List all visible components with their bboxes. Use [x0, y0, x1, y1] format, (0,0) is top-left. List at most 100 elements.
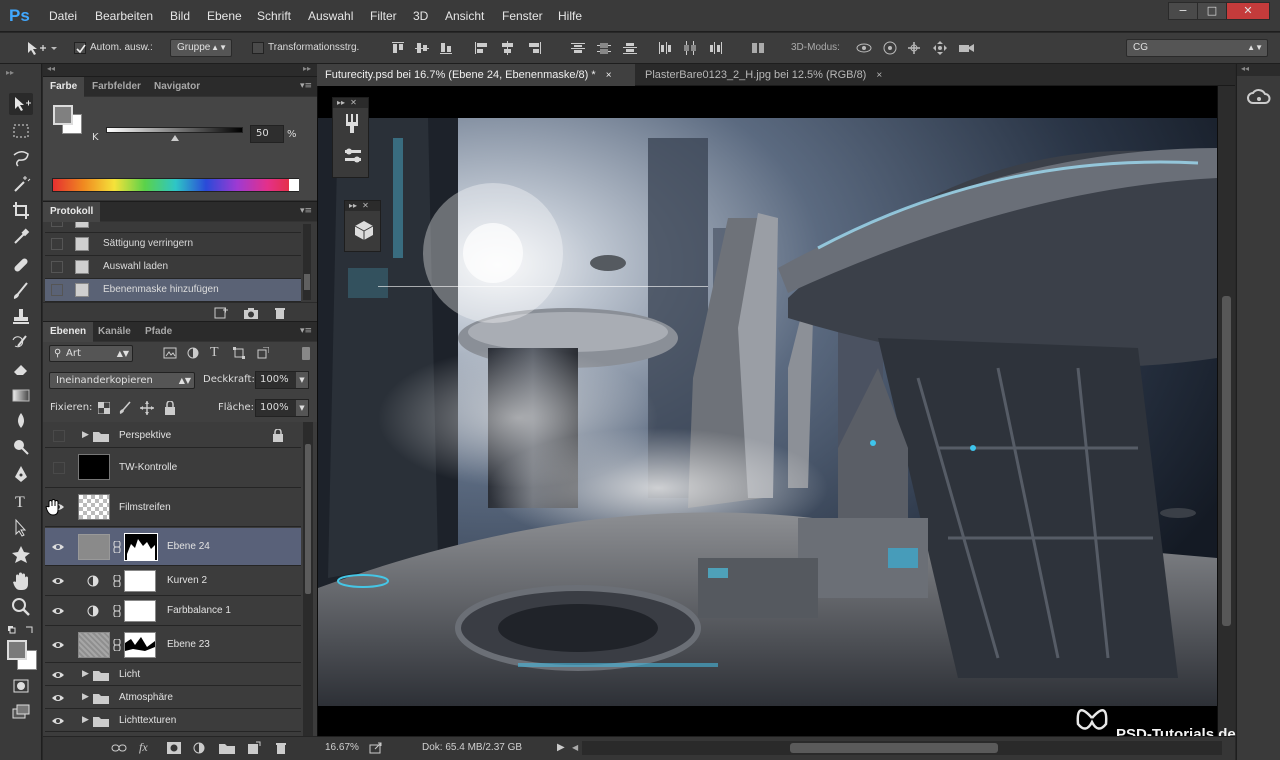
- layer-mask-thumbnail[interactable]: [124, 632, 156, 658]
- new-group-folder-icon[interactable]: [219, 742, 235, 754]
- k-value-input[interactable]: 50: [250, 125, 284, 143]
- history-snapshot-checkbox[interactable]: [51, 261, 63, 273]
- 3d-cube-icon[interactable]: [353, 219, 375, 241]
- link-chain-icon[interactable]: [113, 575, 121, 587]
- layer-row-selected[interactable]: Ebene 24: [45, 528, 301, 566]
- mini-panel-header[interactable]: ▸▸ ✕: [333, 98, 368, 108]
- creative-cloud-icon[interactable]: [1247, 89, 1271, 107]
- menu-datei[interactable]: Datei: [49, 9, 77, 23]
- link-layers-icon[interactable]: [111, 742, 127, 754]
- layer-row[interactable]: Filmstreifen: [45, 489, 301, 527]
- filter-shape-icon[interactable]: [233, 347, 245, 359]
- distribute-bottom-icon[interactable]: [622, 41, 638, 55]
- layer-row[interactable]: Ebene 23: [45, 627, 301, 663]
- align-right-icon[interactable]: [526, 41, 542, 55]
- k-slider-handle[interactable]: [171, 135, 179, 141]
- history-snapshot-checkbox[interactable]: [51, 284, 63, 296]
- align-vcenter-icon[interactable]: [414, 41, 430, 55]
- distribute-left-icon[interactable]: [656, 41, 672, 55]
- filter-smart-object-icon[interactable]: [257, 347, 269, 359]
- clone-stamp-tool-icon[interactable]: [9, 306, 33, 328]
- workspace-dropdown[interactable]: CG ▲▼: [1126, 39, 1268, 57]
- eye-icon[interactable]: [51, 640, 65, 650]
- magic-wand-tool-icon[interactable]: [9, 173, 33, 195]
- visibility-toggle-empty[interactable]: [53, 462, 65, 474]
- type-tool-icon[interactable]: T: [9, 490, 33, 512]
- blend-mode-dropdown[interactable]: Ineinanderkopieren ▲▼: [49, 372, 195, 389]
- dock-expand-icon[interactable]: ▸▸: [303, 64, 311, 73]
- expand-arrow-icon[interactable]: ▶: [82, 430, 89, 440]
- panel-menu-icon[interactable]: ▾≡: [300, 81, 312, 91]
- add-mask-icon[interactable]: [167, 742, 181, 754]
- fill-arrow-icon[interactable]: ▼: [296, 400, 308, 416]
- distribute-hcenter-icon[interactable]: [682, 41, 698, 55]
- menu-hilfe[interactable]: Hilfe: [558, 9, 582, 23]
- crop-tool-icon[interactable]: [9, 199, 33, 221]
- horizontal-scroll-thumb[interactable]: [790, 743, 998, 753]
- opacity-arrow-icon[interactable]: ▼: [296, 372, 308, 388]
- close-button[interactable]: ✕: [1226, 2, 1270, 20]
- blur-tool-icon[interactable]: [9, 410, 33, 432]
- layer-row[interactable]: ▶ Perspektive: [45, 424, 301, 448]
- tab-protokoll[interactable]: Protokoll: [43, 202, 101, 222]
- status-menu-arrow-icon[interactable]: ▶: [557, 742, 565, 753]
- snapshot-camera-icon[interactable]: [243, 306, 259, 320]
- history-scrollbar[interactable]: [303, 224, 311, 300]
- new-adjustment-layer-icon[interactable]: [193, 742, 205, 754]
- eye-icon[interactable]: [51, 576, 65, 586]
- layer-row[interactable]: ▶ Lichttexturen: [45, 710, 301, 732]
- color-ramp-white[interactable]: [289, 179, 299, 191]
- menu-filter[interactable]: Filter: [370, 9, 397, 23]
- menu-3d[interactable]: 3D: [413, 9, 428, 23]
- mini-panel-header[interactable]: ▸▸ ✕: [345, 201, 380, 211]
- horizontal-scrollbar[interactable]: [582, 741, 1222, 755]
- layer-style-fx-icon[interactable]: fx: [139, 740, 148, 755]
- 3d-slide-icon[interactable]: [932, 41, 948, 55]
- link-chain-icon[interactable]: [113, 639, 121, 651]
- 3d-camera-icon[interactable]: [958, 41, 974, 55]
- history-item[interactable]: Auswahl laden: [45, 256, 301, 279]
- tab-farbfelder[interactable]: Farbfelder: [85, 77, 148, 97]
- lock-image-pixels-icon[interactable]: [118, 401, 132, 415]
- menu-auswahl[interactable]: Auswahl: [308, 9, 353, 23]
- eyedropper-tool-icon[interactable]: [9, 225, 33, 247]
- close-tab-icon[interactable]: ×: [876, 70, 882, 81]
- menu-bild[interactable]: Bild: [170, 9, 190, 23]
- lock-all-icon[interactable]: [164, 401, 176, 415]
- filter-toggle-switch[interactable]: [302, 347, 310, 360]
- minimize-button[interactable]: −: [1168, 2, 1198, 20]
- filter-type-icon[interactable]: T: [210, 345, 219, 361]
- layers-scrollbar[interactable]: [303, 422, 313, 736]
- 3d-pan-icon[interactable]: [906, 41, 922, 55]
- align-top-icon[interactable]: [390, 41, 406, 55]
- layer-mask-thumbnail[interactable]: [124, 533, 158, 561]
- distribute-right-icon[interactable]: [708, 41, 724, 55]
- history-snapshot-checkbox[interactable]: [51, 222, 63, 227]
- right-strip-header[interactable]: ◂◂: [1237, 64, 1280, 76]
- healing-brush-tool-icon[interactable]: [9, 254, 33, 276]
- history-item[interactable]: Sättigung verringern: [45, 233, 301, 256]
- maximize-button[interactable]: □: [1197, 2, 1227, 20]
- distribute-vcenter-icon[interactable]: [596, 41, 612, 55]
- align-bottom-icon[interactable]: [438, 41, 454, 55]
- visibility-toggle-empty[interactable]: [53, 430, 65, 442]
- tab-farbe[interactable]: Farbe: [43, 77, 85, 97]
- transform-controls-checkbox[interactable]: [252, 42, 264, 54]
- fill-input[interactable]: 100% ▼: [255, 399, 309, 417]
- color-foreground-swatch[interactable]: [53, 105, 73, 125]
- marquee-tool-icon[interactable]: [9, 120, 33, 142]
- history-item-selected[interactable]: Ebenenmaske hinzufügen: [45, 279, 301, 302]
- delete-layer-trash-icon[interactable]: [274, 741, 288, 755]
- 3d-roll-icon[interactable]: [882, 41, 898, 55]
- opacity-input[interactable]: 100% ▼: [255, 371, 309, 389]
- layer-row[interactable]: Farbbalance 1: [45, 597, 301, 626]
- close-tab-icon[interactable]: ×: [606, 70, 612, 81]
- vertical-scroll-thumb[interactable]: [1222, 296, 1231, 626]
- eye-icon[interactable]: [51, 542, 65, 552]
- 3d-rotate-icon[interactable]: [855, 41, 872, 55]
- layer-mask-thumbnail[interactable]: [124, 570, 156, 592]
- menu-ansicht[interactable]: Ansicht: [445, 9, 484, 23]
- expand-arrow-icon[interactable]: ▶: [82, 692, 89, 702]
- quick-mask-icon[interactable]: [9, 675, 33, 697]
- eraser-tool-icon[interactable]: [9, 357, 33, 379]
